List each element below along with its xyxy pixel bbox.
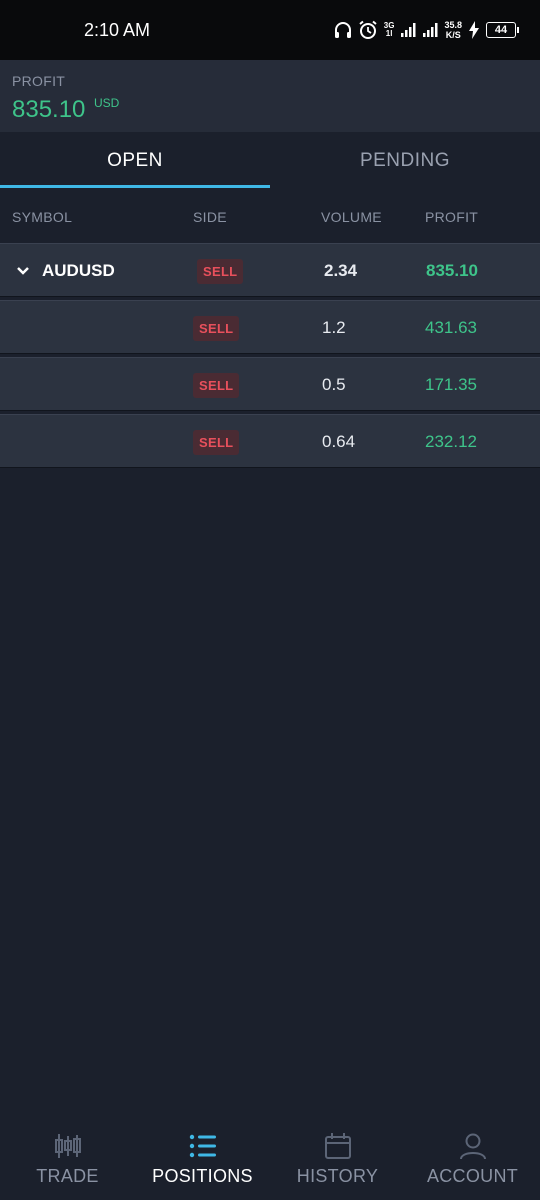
position-profit: 431.63 xyxy=(425,318,477,337)
status-time: 2:10 AM xyxy=(84,20,151,40)
status-bar: 2:10 AM 3G 1l 35.8 K/S 44 xyxy=(0,0,540,60)
network-type: 3G 1l xyxy=(384,22,395,38)
nav-label: TRADE xyxy=(36,1166,99,1186)
profit-currency: USD xyxy=(94,96,120,110)
nav-history[interactable]: HISTORY xyxy=(270,1118,405,1200)
signal-icon-2 xyxy=(422,22,438,38)
column-side: SIDE xyxy=(193,209,227,225)
nav-trade[interactable]: TRADE xyxy=(0,1118,135,1200)
nav-positions[interactable]: POSITIONS xyxy=(135,1118,270,1200)
side-badge: SELL xyxy=(193,429,240,455)
position-volume: 2.34 xyxy=(324,261,358,280)
charging-icon xyxy=(468,21,480,39)
profit-summary: PROFIT 835.10 USD xyxy=(0,60,540,132)
nav-label: HISTORY xyxy=(296,1166,379,1186)
alarm-icon xyxy=(358,20,378,40)
nav-label: POSITIONS xyxy=(152,1166,253,1186)
column-symbol: SYMBOL xyxy=(12,209,73,225)
position-row[interactable]: SELL 1.2 431.63 xyxy=(0,300,540,354)
status-icons: 3G 1l 35.8 K/S 44 xyxy=(334,17,519,43)
position-row[interactable]: SELL 0.64 232.12 xyxy=(0,414,540,468)
candlestick-icon xyxy=(53,1132,83,1165)
side-badge: SELL xyxy=(193,315,240,341)
profit-label: PROFIT xyxy=(12,73,66,89)
network-sub-label: 1l xyxy=(385,29,393,38)
signal-icon xyxy=(400,22,416,38)
tab-open[interactable]: OPEN xyxy=(0,132,270,190)
calendar-icon xyxy=(324,1132,352,1165)
position-profit: 232.12 xyxy=(425,432,477,451)
speed-value: 35.8 xyxy=(444,20,462,30)
bottom-navigation: TRADE POSITIONS HISTORY ACCOUNT xyxy=(0,1118,540,1200)
position-row[interactable]: SELL 0.5 171.35 xyxy=(0,357,540,411)
position-profit: 171.35 xyxy=(425,375,477,394)
position-volume: 1.2 xyxy=(322,318,346,337)
speed-unit: K/S xyxy=(445,30,461,40)
table-header: SYMBOL SIDE VOLUME PROFIT xyxy=(0,200,540,234)
positions-tabs: OPEN PENDING xyxy=(0,132,540,190)
network-speed: 35.8 K/S xyxy=(444,20,462,40)
profit-value: 835.10 xyxy=(12,96,86,123)
column-volume: VOLUME xyxy=(321,209,382,225)
column-profit: PROFIT xyxy=(425,209,479,225)
tab-pending[interactable]: PENDING xyxy=(270,132,540,190)
headphones-icon xyxy=(334,21,352,39)
active-tab-indicator xyxy=(0,185,270,188)
position-volume: 0.5 xyxy=(322,375,346,394)
list-icon xyxy=(188,1132,218,1165)
nav-account[interactable]: ACCOUNT xyxy=(405,1118,540,1200)
side-badge: SELL xyxy=(193,372,240,398)
position-symbol: AUDUSD xyxy=(42,261,115,280)
nav-label: ACCOUNT xyxy=(426,1166,519,1186)
position-profit: 835.10 xyxy=(426,261,478,280)
battery-indicator: 44 xyxy=(486,22,519,38)
user-icon xyxy=(459,1132,487,1165)
side-badge: SELL xyxy=(197,258,244,284)
chevron-down-icon[interactable] xyxy=(16,266,30,276)
position-group-row[interactable]: AUDUSD SELL 2.34 835.10 xyxy=(0,243,540,297)
position-volume: 0.64 xyxy=(322,432,356,451)
